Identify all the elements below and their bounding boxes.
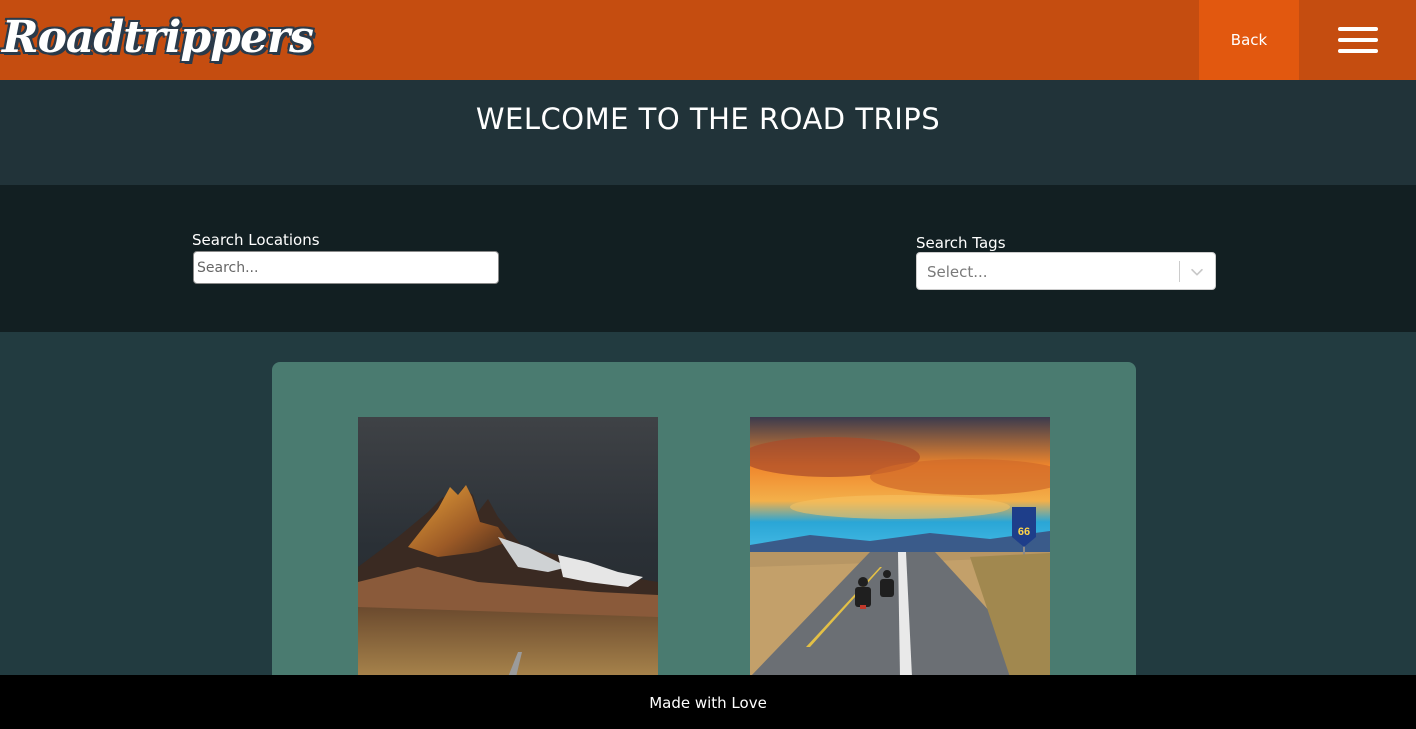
chevron-down-icon[interactable] bbox=[1188, 263, 1206, 281]
page-title: WELCOME TO THE ROAD TRIPS bbox=[475, 102, 941, 136]
route-66-motorcycle-image: 66 bbox=[750, 417, 1050, 677]
mountain-landscape-image bbox=[358, 417, 658, 677]
top-navbar: Roadtrippers Back bbox=[0, 0, 1416, 80]
search-bar: Search Locations Search Tags Select... bbox=[0, 185, 1416, 332]
select-separator bbox=[1179, 261, 1180, 282]
trip-card-route66[interactable]: 66 bbox=[750, 417, 1050, 677]
search-tags-label: Search Tags bbox=[916, 234, 1006, 252]
search-tags-select[interactable]: Select... bbox=[916, 252, 1216, 290]
menu-button[interactable] bbox=[1299, 0, 1416, 80]
search-tags-placeholder: Select... bbox=[927, 263, 988, 281]
svg-text:66: 66 bbox=[1018, 526, 1030, 538]
footer: Made with Love bbox=[0, 675, 1416, 729]
trip-card-mountain[interactable] bbox=[358, 417, 658, 677]
search-locations-input[interactable] bbox=[193, 251, 499, 284]
search-locations-label: Search Locations bbox=[192, 231, 320, 249]
hamburger-menu-icon bbox=[1337, 27, 1378, 53]
roadtrippers-logo[interactable]: Roadtrippers bbox=[2, 8, 314, 68]
back-button[interactable]: Back bbox=[1199, 0, 1299, 80]
footer-text: Made with Love bbox=[649, 694, 767, 712]
trips-card: 66 bbox=[272, 362, 1136, 692]
welcome-banner: WELCOME TO THE ROAD TRIPS bbox=[0, 80, 1416, 185]
